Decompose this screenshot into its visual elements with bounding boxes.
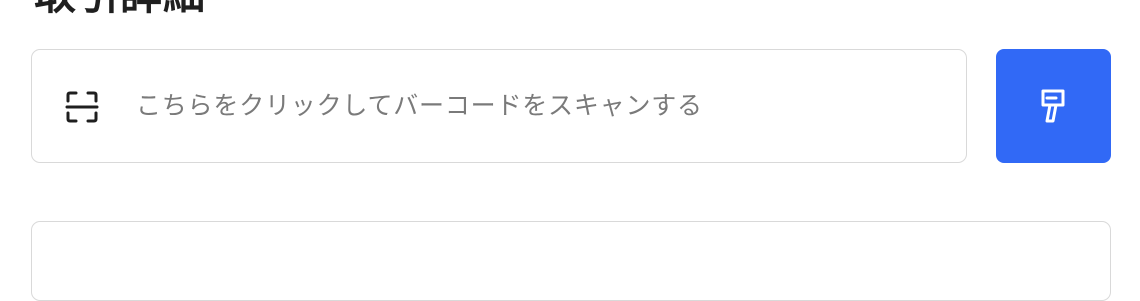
barcode-scan-icon (65, 91, 99, 123)
paint-brush-button[interactable] (996, 49, 1111, 163)
barcode-scan-field[interactable]: こちらをクリックしてバーコードをスキャンする (31, 49, 967, 163)
transaction-details-card (31, 221, 1111, 301)
barcode-scan-placeholder: こちらをクリックしてバーコードをスキャンする (136, 91, 703, 120)
page-title: 取引詳細 (34, 0, 206, 16)
paint-brush-icon (1041, 89, 1065, 123)
